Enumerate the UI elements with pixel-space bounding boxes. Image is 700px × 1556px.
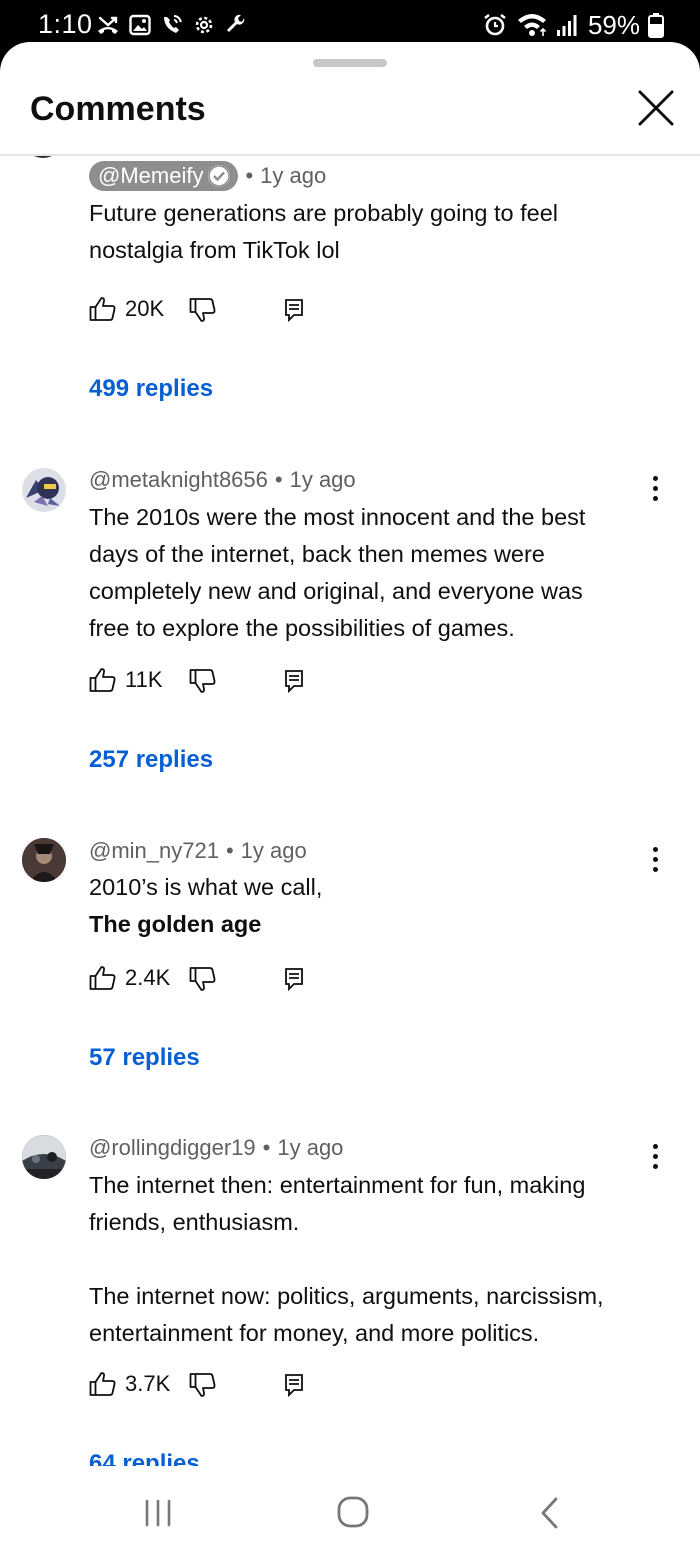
comment-line: The internet now: politics, arguments, n…	[89, 1283, 604, 1309]
avatar[interactable]	[22, 838, 66, 882]
thumbs-up-icon	[89, 668, 116, 692]
comment-meta: @metaknight8656 • 1y ago	[89, 467, 356, 493]
reply-icon[interactable]	[284, 1373, 304, 1397]
meta-separator: •	[262, 1135, 271, 1160]
comment-line: nostalgia from TikTok lol	[89, 237, 340, 263]
author-name: @Memeify	[98, 163, 204, 188]
comment-line: 2010’s is what we call,	[89, 874, 323, 900]
close-icon[interactable]	[634, 86, 678, 130]
author-name[interactable]: @min_ny721	[89, 838, 219, 864]
wifi-call-icon	[164, 15, 182, 33]
comment-actions: 20K	[89, 293, 303, 325]
missed-call-icon	[98, 16, 118, 34]
comment-actions: 3.7K	[89, 1368, 303, 1400]
status-icons-left	[96, 11, 248, 39]
replies-link[interactable]: 499 replies	[89, 375, 213, 403]
battery-icon	[648, 13, 664, 38]
comment-time: 1y ago	[289, 467, 356, 492]
like-count: 11K	[125, 667, 163, 692]
avatar[interactable]	[22, 468, 66, 512]
comment-line: entertainment for money, and more politi…	[89, 1320, 540, 1346]
like-button[interactable]: 20K	[89, 296, 164, 322]
navigation-bar	[0, 1466, 700, 1556]
comment-text: The 2010s were the most innocent and the…	[89, 499, 659, 647]
gallery-icon	[129, 14, 151, 36]
signal-icon	[556, 15, 577, 36]
comment-actions: 2.4K	[89, 962, 303, 994]
like-button[interactable]: 3.7K	[89, 1371, 170, 1397]
comments-sheet: Comments @Memeify • 1y ago Future genera…	[0, 42, 700, 1556]
comment-line: free to explore the possibilities of gam…	[89, 615, 515, 641]
author-handle[interactable]: @Memeify	[89, 161, 239, 191]
comment-text: 2010’s is what we call, The golden age	[89, 869, 659, 943]
like-count: 3.7K	[125, 1371, 171, 1396]
reply-icon[interactable]	[284, 669, 304, 693]
comment-line: friends, enthusiasm.	[89, 1209, 300, 1235]
sheet-header: Comments	[0, 72, 700, 156]
wrench-icon	[227, 14, 245, 32]
comment-line: The 2010s were the most innocent and the…	[89, 504, 586, 530]
back-icon[interactable]	[538, 1496, 560, 1530]
comment-line	[89, 1241, 659, 1278]
like-button[interactable]: 11K	[89, 667, 163, 693]
avatar[interactable]	[22, 156, 64, 158]
thumbs-up-icon	[89, 297, 116, 321]
alarm-icon	[484, 13, 506, 36]
reply-icon[interactable]	[284, 967, 304, 991]
comment-line: days of the internet, back then memes we…	[89, 541, 545, 567]
settings-icon	[195, 16, 213, 34]
like-button[interactable]: 2.4K	[89, 965, 170, 991]
comment-time: 1y ago	[260, 163, 327, 188]
reply-icon[interactable]	[284, 298, 304, 322]
comment-meta: @min_ny721 • 1y ago	[89, 838, 307, 864]
home-icon[interactable]	[337, 1496, 369, 1528]
comment-text: Future generations are probably going to…	[89, 195, 659, 269]
thumbs-down-icon[interactable]	[189, 668, 217, 694]
comment-line: The internet then: entertainment for fun…	[89, 1172, 586, 1198]
avatar[interactable]	[22, 1135, 66, 1179]
thumbs-up-icon	[89, 966, 116, 990]
like-count: 2.4K	[125, 965, 171, 990]
verified-icon	[208, 165, 231, 187]
status-time: 1:10	[38, 9, 93, 39]
wifi-icon	[517, 14, 547, 36]
status-icons-right: 59%	[482, 9, 664, 41]
recent-apps-icon[interactable]	[143, 1499, 173, 1527]
comment-line: Future generations are probably going to…	[89, 200, 559, 226]
comment-meta: @rollingdigger19 • 1y ago	[89, 1135, 343, 1161]
comment-time: 1y ago	[240, 838, 307, 863]
thumbs-down-icon[interactable]	[189, 297, 217, 323]
sheet-title: Comments	[30, 90, 206, 128]
author-name[interactable]: @rollingdigger19	[89, 1135, 256, 1161]
comment-actions: 11K	[89, 664, 303, 696]
comments-list[interactable]: @Memeify • 1y ago Future generations are…	[0, 156, 700, 1476]
like-count: 20K	[125, 296, 165, 321]
thumbs-down-icon[interactable]	[189, 1372, 217, 1398]
comment-meta: @Memeify • 1y ago	[89, 161, 326, 191]
meta-separator: •	[245, 163, 254, 188]
thumbs-up-icon	[89, 1372, 116, 1396]
comment-text: The internet then: entertainment for fun…	[89, 1167, 659, 1352]
meta-separator: •	[225, 838, 234, 863]
replies-link[interactable]: 57 replies	[89, 1044, 200, 1072]
author-name[interactable]: @metaknight8656	[89, 467, 268, 493]
thumbs-down-icon[interactable]	[189, 966, 217, 992]
replies-link[interactable]: 257 replies	[89, 746, 213, 774]
comment-time: 1y ago	[277, 1135, 344, 1160]
meta-separator: •	[274, 467, 283, 492]
drag-handle[interactable]	[313, 59, 387, 67]
comment-line: The golden age	[89, 911, 262, 937]
comment-line: completely new and original, and everyon…	[89, 578, 583, 604]
battery-percent: 59%	[587, 9, 640, 40]
